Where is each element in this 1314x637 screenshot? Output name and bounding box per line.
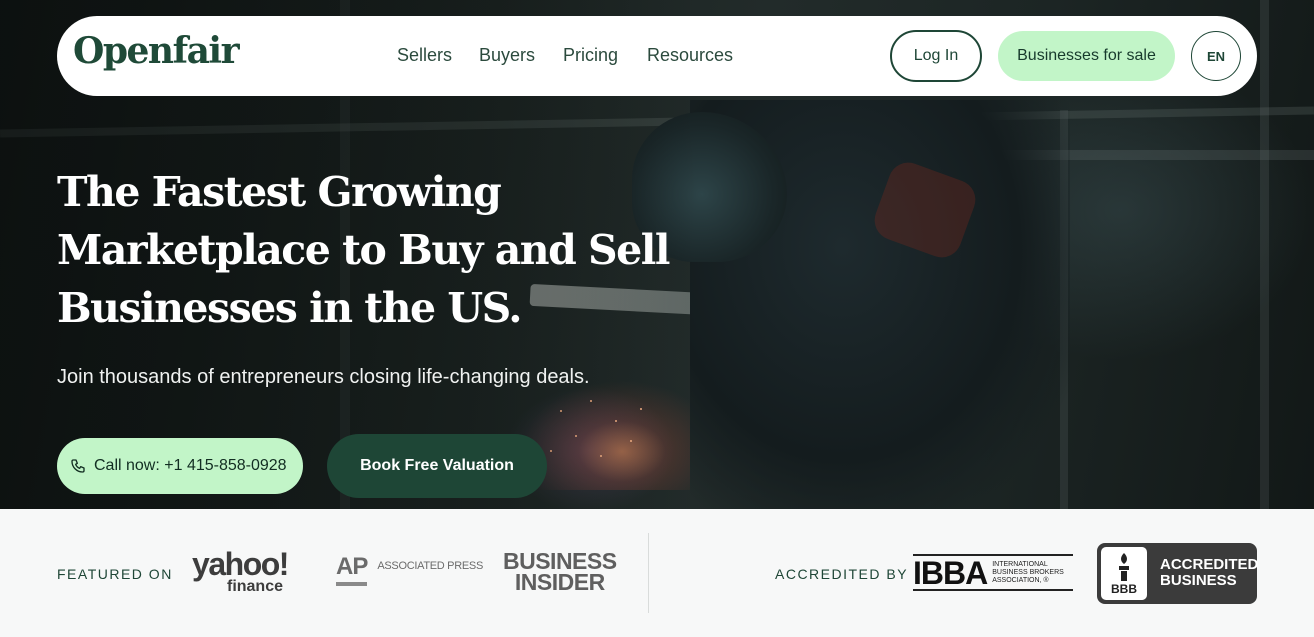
hero-subheading: Join thousands of entrepreneurs closing … bbox=[57, 366, 590, 388]
ibba-text: INTERNATIONAL BUSINESS BROKERS ASSOCIATI… bbox=[992, 561, 1064, 585]
call-now-label: Call now: +1 415-858-0928 bbox=[94, 457, 287, 474]
bbb-text-line: ACCREDITED bbox=[1160, 556, 1259, 573]
headline-line: Businesses in the US. bbox=[57, 284, 523, 332]
bbb-text-line: BUSINESS bbox=[1160, 572, 1237, 589]
ibba-text-line: INTERNATIONAL bbox=[992, 560, 1048, 568]
background-beam bbox=[1260, 0, 1269, 509]
yahoo-finance-logo: yahoo! finance bbox=[183, 546, 297, 595]
headline-line: The Fastest Growing bbox=[57, 168, 502, 216]
press-and-accreditation-strip: FEATURED ON yahoo! finance AP ASSOCIATED… bbox=[0, 509, 1314, 637]
language-selector[interactable]: EN bbox=[1191, 31, 1241, 81]
ap-mark: AP bbox=[336, 554, 368, 586]
accredited-by-label: ACCREDITED BY bbox=[775, 566, 909, 582]
nav-link-sellers[interactable]: Sellers bbox=[397, 45, 452, 66]
bi-line: INSIDER bbox=[514, 569, 605, 595]
bbb-seal: BBB bbox=[1101, 547, 1147, 600]
openfair-logo[interactable]: Openfair bbox=[73, 30, 240, 72]
top-navigation: Openfair Sellers Buyers Pricing Resource… bbox=[57, 16, 1257, 96]
business-insider-logo: BUSINESS INSIDER bbox=[503, 550, 617, 595]
ibba-text-line: ASSOCIATION, ® bbox=[992, 576, 1049, 584]
call-now-button[interactable]: Call now: +1 415-858-0928 bbox=[57, 438, 303, 494]
nav-link-pricing[interactable]: Pricing bbox=[563, 45, 618, 66]
bbb-seal-text: BBB bbox=[1111, 582, 1137, 596]
yahoo-logo-text: yahoo! bbox=[192, 546, 289, 582]
bbb-torch-icon bbox=[1119, 553, 1129, 581]
section-divider bbox=[648, 533, 649, 613]
ap-text: ASSOCIATED PRESS bbox=[377, 560, 483, 572]
headline-line: Marketplace to Buy and Sell bbox=[57, 226, 670, 274]
associated-press-logo: AP ASSOCIATED PRESS bbox=[336, 554, 483, 586]
nav-link-buyers[interactable]: Buyers bbox=[479, 45, 535, 66]
bbb-accredited-badge: BBB ACCREDITED BUSINESS bbox=[1097, 543, 1258, 604]
log-in-button[interactable]: Log In bbox=[890, 30, 982, 82]
businesses-for-sale-button[interactable]: Businesses for sale bbox=[998, 31, 1175, 81]
ibba-mark: IBBA bbox=[913, 554, 988, 591]
featured-on-label: FEATURED ON bbox=[57, 566, 173, 582]
ibba-logo: IBBA INTERNATIONAL BUSINESS BROKERS ASSO… bbox=[913, 554, 1073, 591]
nav-link-resources[interactable]: Resources bbox=[647, 45, 733, 66]
hero-headline: The Fastest Growing Marketplace to Buy a… bbox=[57, 163, 697, 337]
bbb-text: ACCREDITED BUSINESS bbox=[1160, 557, 1258, 589]
ibba-text-line: BUSINESS BROKERS bbox=[992, 568, 1064, 576]
phone-icon bbox=[70, 458, 86, 474]
book-free-valuation-button[interactable]: Book Free Valuation bbox=[327, 434, 547, 498]
